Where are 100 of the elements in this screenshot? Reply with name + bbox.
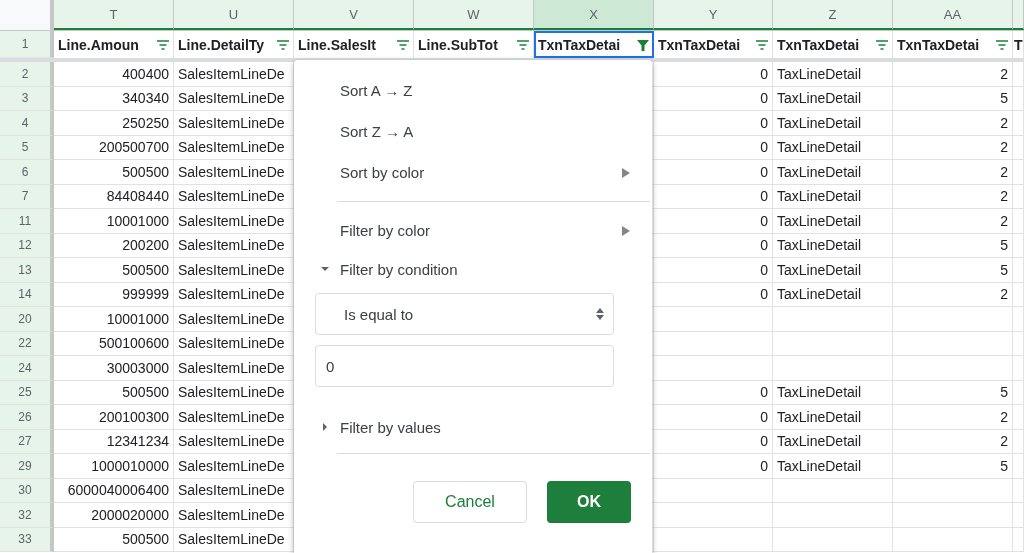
column-letter[interactable]: W: [414, 0, 534, 30]
header-cell: T: [1014, 36, 1023, 53]
row-number[interactable]: 7: [0, 184, 54, 209]
row-number[interactable]: 3: [0, 86, 54, 111]
table-cell: 2: [893, 111, 1013, 136]
table-cell: TaxLineDetail: [773, 111, 893, 136]
filter-icon[interactable]: [875, 37, 889, 52]
column-letter[interactable]: AA: [893, 0, 1013, 30]
row-number[interactable]: 20: [0, 307, 54, 332]
row-number[interactable]: 30: [0, 478, 54, 503]
menu-item[interactable]: Filter by color: [340, 222, 431, 239]
table-cell: 12341234: [54, 429, 174, 454]
row-number[interactable]: 11: [0, 209, 54, 234]
table-cell: 5: [893, 454, 1013, 479]
row-number[interactable]: 4: [0, 111, 54, 136]
table-cell: 5: [893, 233, 1013, 258]
cancel-button[interactable]: Cancel: [413, 481, 527, 523]
table-cell: [1013, 307, 1024, 332]
ok-button[interactable]: OK: [547, 481, 631, 523]
column-letter[interactable]: V: [294, 0, 414, 30]
row-number[interactable]: 26: [0, 405, 54, 430]
filter-icon[interactable]: [156, 37, 170, 52]
header-cell: TxnTaxDetai: [777, 36, 860, 53]
caret-icon[interactable]: [320, 264, 330, 274]
row-number[interactable]: 6: [0, 160, 54, 185]
updown-icon: [595, 307, 605, 321]
table-cell: 0: [654, 184, 773, 209]
column-letter[interactable]: Z: [773, 0, 893, 30]
table-cell: 30003000: [54, 356, 174, 381]
table-cell: 0: [654, 209, 773, 234]
table-cell: 500500: [54, 380, 174, 405]
table-cell: 5: [893, 86, 1013, 111]
table-cell: 0: [654, 111, 773, 136]
input-field[interactable]: 0: [315, 345, 614, 387]
row-number[interactable]: 14: [0, 282, 54, 307]
row-number[interactable]: 33: [0, 527, 54, 552]
table-cell: [1013, 454, 1024, 479]
table-cell: TaxLineDetail: [773, 62, 893, 87]
table-cell: 2: [893, 184, 1013, 209]
table-cell: 5: [893, 380, 1013, 405]
header-cell: TxnTaxDetai: [538, 36, 621, 53]
table-cell: 2: [893, 160, 1013, 185]
header-cell: Line.SubTot: [418, 36, 498, 53]
column-letter[interactable]: X: [534, 0, 654, 30]
row-number[interactable]: 2: [0, 62, 54, 87]
row-number[interactable]: 1: [0, 31, 54, 58]
table-cell: 2: [893, 135, 1013, 160]
row-number[interactable]: 13: [0, 258, 54, 283]
table-cell: 1000010000: [54, 454, 174, 479]
section-toggle[interactable]: Filter by values: [340, 418, 441, 436]
filter-icon[interactable]: [516, 37, 530, 52]
table-cell: 0: [654, 86, 773, 111]
table-cell: 2: [893, 62, 1013, 87]
row-number[interactable]: 25: [0, 380, 54, 405]
table-cell: [1013, 527, 1024, 552]
column-letter[interactable]: T: [54, 0, 174, 30]
table-cell: 0: [654, 233, 773, 258]
table-cell: 2: [893, 405, 1013, 430]
filter-icon[interactable]: [995, 37, 1009, 52]
table-cell: TaxLineDetail: [773, 429, 893, 454]
table-cell: 400400: [54, 62, 174, 87]
table-cell: [1013, 233, 1024, 258]
table-cell: 2: [893, 209, 1013, 234]
row-number[interactable]: 12: [0, 233, 54, 258]
column-letter[interactable]: Y: [654, 0, 773, 30]
table-cell: TaxLineDetail: [773, 209, 893, 234]
row-number[interactable]: 29: [0, 454, 54, 479]
section-toggle[interactable]: Filter by condition: [340, 260, 458, 278]
caret-icon[interactable]: [320, 422, 330, 432]
table-cell: 6000040006400: [54, 478, 174, 503]
filter-icon[interactable]: [276, 37, 290, 52]
funnel-icon[interactable]: [636, 37, 650, 52]
menu-item[interactable]: Sort Z → A: [294, 111, 424, 152]
table-cell: 250250: [54, 111, 174, 136]
condition-dropdown[interactable]: Is equal to: [315, 293, 614, 335]
menu-item[interactable]: Sort A → Z: [294, 70, 423, 111]
row-number[interactable]: 32: [0, 503, 54, 528]
table-cell: [1013, 282, 1024, 307]
row-number[interactable]: 24: [0, 356, 54, 381]
row-number[interactable]: 27: [0, 429, 54, 454]
table-cell: [1013, 356, 1024, 381]
table-cell: 0: [654, 258, 773, 283]
header-cell: Line.SalesIt: [298, 36, 376, 53]
row-number[interactable]: 5: [0, 135, 54, 160]
table-cell: 200200: [54, 233, 174, 258]
table-cell: [1013, 111, 1024, 136]
menu-item[interactable]: Sort by color: [340, 164, 425, 181]
table-cell: [1013, 380, 1024, 405]
column-letter[interactable]: U: [174, 0, 294, 30]
table-cell: 0: [654, 380, 773, 405]
table-cell: TaxLineDetail: [773, 454, 893, 479]
table-cell: 2: [893, 282, 1013, 307]
filter-icon[interactable]: [396, 37, 410, 52]
row-number[interactable]: 22: [0, 331, 54, 356]
table-cell: 500500: [54, 258, 174, 283]
column-header[interactable]: [1013, 0, 1024, 30]
table-cell: TaxLineDetail: [773, 135, 893, 160]
table-cell: TaxLineDetail: [773, 184, 893, 209]
filter-icon[interactable]: [755, 37, 769, 52]
header-cell: TxnTaxDetai: [658, 36, 741, 53]
